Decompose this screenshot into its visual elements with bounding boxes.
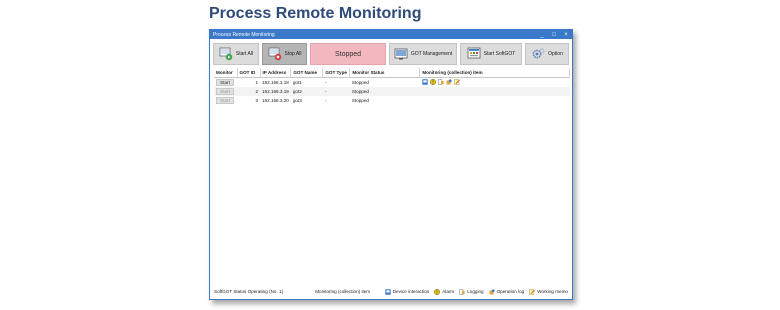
softgot-status-text: SoftGOT Status Operating (No. 1) [214, 289, 284, 294]
ip-cell: 192.168.3.20 [262, 98, 289, 104]
start-button[interactable]: Start [216, 87, 234, 95]
alarm-icon [429, 79, 436, 85]
legend-operation-log: Operation log [489, 288, 525, 295]
monitor-cell: Start [214, 77, 237, 87]
stop-all-icon [268, 47, 282, 61]
monitoring-items-cell [420, 96, 570, 106]
monitor-status-cell: Stopped [351, 79, 369, 85]
legend-label: Alarm [442, 289, 455, 294]
got-management-label: GOT Management [410, 51, 453, 57]
col-monitor-status[interactable]: Monitor Status [349, 68, 421, 78]
monitoring-items-cell [419, 86, 570, 96]
legend-label: Working memo [537, 289, 568, 294]
operation-log-icon [446, 79, 452, 85]
gear-icon [531, 47, 545, 61]
start-button[interactable]: Start [216, 78, 234, 86]
col-got-id[interactable]: GOT ID [237, 68, 261, 78]
table-row[interactable]: Start 1 192.168.3.18 got1 - Stopped [214, 77, 570, 87]
toolbar: Start All Stop All Stopped GOT Managemen… [211, 41, 571, 67]
legend-label: Operation log [496, 289, 525, 294]
got-type-cell: - [324, 79, 327, 85]
got-management-button[interactable]: GOT Management [389, 43, 457, 65]
col-monitor[interactable]: Monitor [214, 68, 238, 78]
start-softgot-label: Start SoftGOT [483, 51, 516, 57]
minimize-button[interactable]: _ [536, 30, 548, 39]
legend-label: Device interaction [392, 289, 430, 294]
got-id-cell: 2 [237, 86, 260, 96]
got-management-icon [394, 47, 408, 61]
status-text: Stopped [334, 50, 362, 58]
logging-icon [459, 288, 465, 295]
page-heading: Process Remote Monitoring [209, 5, 422, 22]
got-type-cell: - [322, 86, 350, 96]
got-name-cell: got1 [292, 79, 302, 85]
monitoring-status-indicator: Stopped [310, 43, 386, 65]
window-title: Process Remote Monitoring [213, 31, 275, 38]
close-button[interactable]: × [560, 30, 572, 39]
table-row[interactable]: Start 2 192.168.3.19 got2 - Stopped [214, 86, 570, 96]
ip-cell: 192.168.3.18 [262, 79, 289, 85]
legend-working-memo: Working memo [529, 288, 568, 295]
col-got-name[interactable]: GOT Name [290, 68, 324, 78]
start-softgot-button[interactable]: Start SoftGOT [460, 43, 522, 65]
stop-all-button[interactable]: Stop All [262, 43, 307, 65]
alarm-icon [434, 288, 441, 295]
table-row[interactable]: Start 3 192.168.3.20 got3 - Stopped [214, 96, 570, 106]
got-table: Monitor GOT ID IP Address GOT Name GOT T… [214, 68, 570, 106]
status-bar: SoftGOT Status Operating (No. 1) Monitor… [214, 287, 568, 296]
working-memo-icon [529, 288, 535, 295]
col-monitoring-item[interactable]: Monitoring (collection) item [419, 68, 570, 78]
got-id-cell: 1 [255, 79, 258, 85]
table-header-row: Monitor GOT ID IP Address GOT Name GOT T… [214, 68, 570, 78]
legend-alarm: Alarm [434, 288, 455, 295]
device-interaction-icon [422, 79, 428, 85]
start-softgot-icon [467, 47, 481, 61]
legend-logging: Logging [459, 288, 484, 295]
option-button[interactable]: Option [525, 43, 569, 65]
option-label: Option [548, 51, 563, 57]
monitoring-items-cell [420, 77, 570, 87]
operation-log-icon [489, 288, 495, 295]
start-button[interactable]: Start [216, 97, 234, 105]
got-name-cell: got2 [290, 86, 323, 96]
legend: Device interaction Alarm Logging Operati… [385, 288, 568, 295]
col-ip-address[interactable]: IP Address [260, 68, 292, 78]
monitor-cell: Start [214, 96, 237, 106]
legend-label: Logging [467, 289, 484, 294]
start-all-label: Start All [235, 51, 254, 57]
got-type-cell: - [324, 98, 327, 104]
col-got-type[interactable]: GOT Type [322, 68, 351, 78]
logging-icon [438, 79, 444, 85]
app-window: Process Remote Monitoring _ □ × Start Al… [209, 29, 573, 300]
maximize-button[interactable]: □ [548, 30, 560, 39]
monitor-status-cell: Stopped [349, 86, 420, 96]
title-bar: Process Remote Monitoring _ □ × [210, 30, 572, 39]
got-name-cell: got3 [292, 98, 302, 104]
working-memo-icon [454, 79, 460, 85]
start-all-button[interactable]: Start All [213, 43, 259, 65]
monitor-status-cell: Stopped [351, 98, 369, 104]
legend-device-interaction: Device interaction [385, 288, 430, 295]
device-interaction-icon [385, 288, 391, 295]
ip-cell: 192.168.3.19 [260, 86, 291, 96]
monitor-cell: Start [214, 86, 237, 96]
monitoring-item-legend-label: Monitoring (collection) item [315, 289, 371, 294]
got-id-cell: 3 [255, 98, 258, 104]
stop-all-label: Stop All [284, 51, 302, 57]
window-controls: _ □ × [536, 30, 572, 39]
start-all-icon [219, 47, 233, 61]
